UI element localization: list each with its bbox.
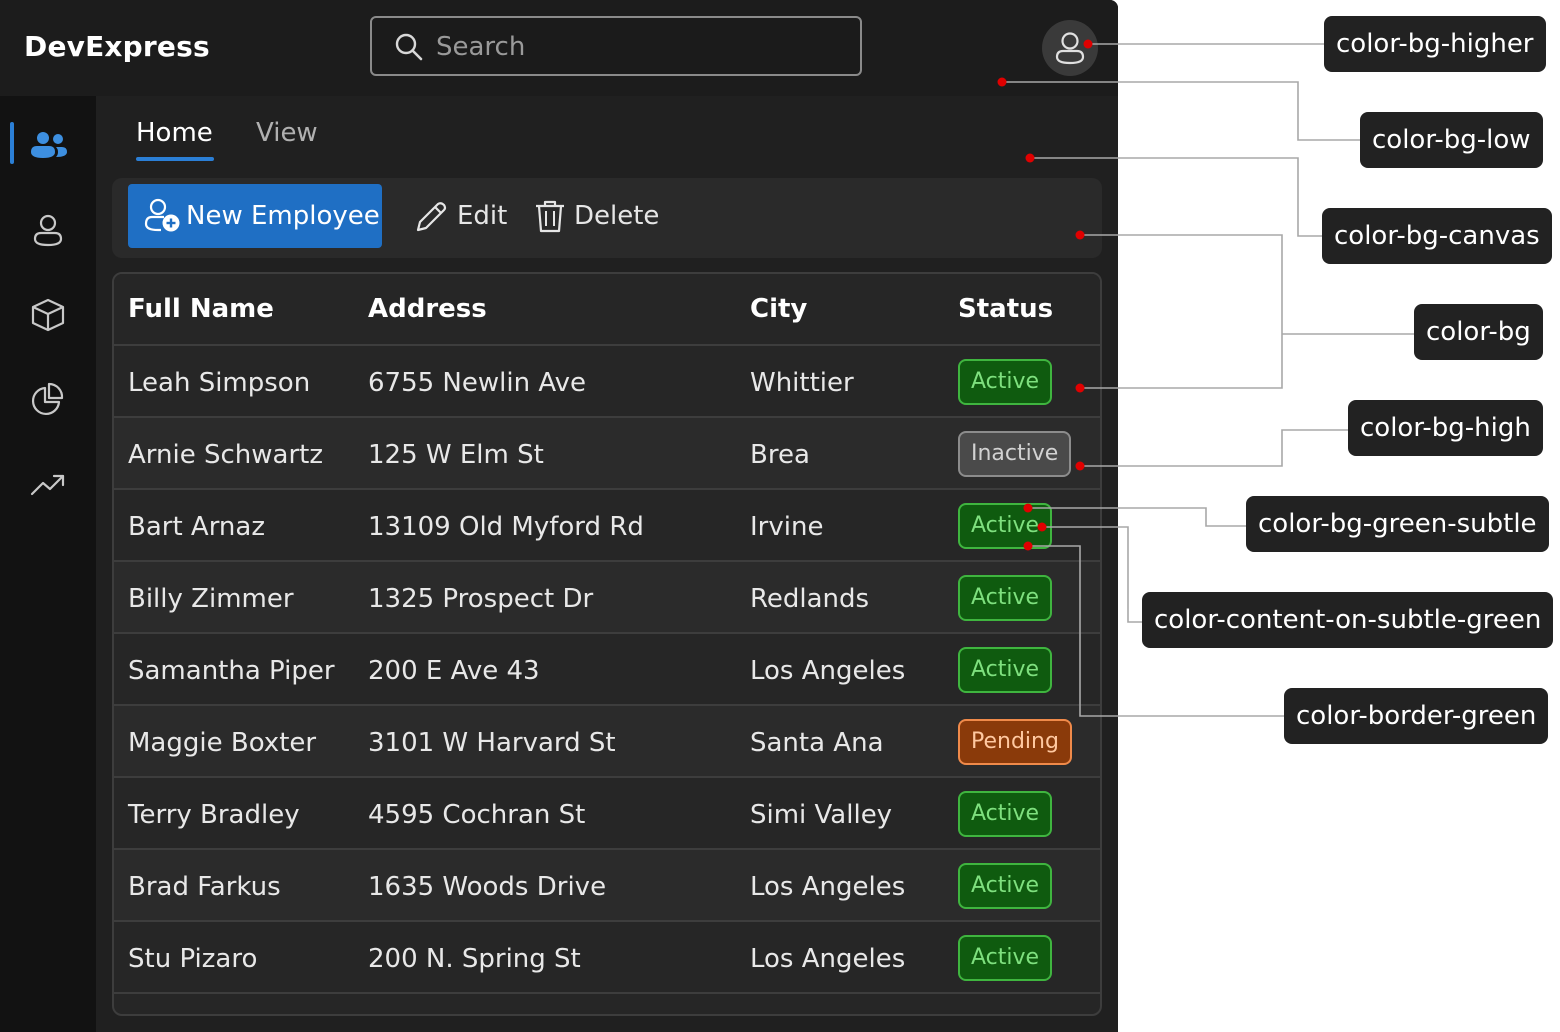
rail-item-products[interactable] [0, 284, 96, 340]
cell-full-name: Terry Bradley [128, 800, 300, 830]
column-header-status[interactable]: Status [958, 294, 1053, 324]
rail-item-employees[interactable] [0, 116, 96, 172]
status-badge: Active [958, 791, 1053, 837]
callout-color-bg-high: color-bg-high [1348, 400, 1543, 456]
cell-city: Santa Ana [750, 728, 884, 758]
status-badge: Active [958, 503, 1053, 549]
cell-full-name: Brad Farkus [128, 872, 281, 902]
app-logo: DevExpress [24, 30, 210, 63]
cell-full-name: Maggie Boxter [128, 728, 317, 758]
status-badge: Active [958, 935, 1053, 981]
leader-line-bg-high [1080, 429, 1348, 467]
person-icon [33, 214, 63, 247]
avatar[interactable] [1042, 20, 1098, 76]
table-row[interactable]: Terry Bradley 4595 Cochran St Simi Valley A… [114, 778, 1100, 850]
pie-chart-icon [32, 382, 64, 415]
cell-address: 1325 Prospect Dr [368, 584, 594, 614]
new-employee-button[interactable]: New Employee [128, 184, 382, 248]
cell-full-name: Leah Simpson [128, 368, 311, 398]
grid-header: Full Name Address City Status [114, 274, 1100, 346]
trash-icon [536, 200, 564, 233]
delete-button[interactable]: Delete [534, 184, 664, 248]
status-badge: Active [958, 575, 1053, 621]
cell-address: 13109 Old Myford Rd [368, 512, 644, 542]
cell-address: 200 E Ave 43 [368, 656, 540, 686]
table-row[interactable]: Bart Arnaz 13109 Old Myford Rd Irvine Activ… [114, 490, 1100, 562]
cell-address: 3101 W Harvard St [368, 728, 616, 758]
cube-icon [31, 298, 65, 332]
people-icon [31, 132, 67, 158]
table-row[interactable]: Leah Simpson 6755 Newlin Ave Whittier Activ… [114, 346, 1100, 418]
table-row[interactable]: Arnie Schwartz 125 W Elm St Brea Inactive [114, 418, 1100, 490]
callout-color-bg-low: color-bg-low [1360, 112, 1543, 168]
cell-city: Irvine [750, 512, 824, 542]
edit-label: Edit [457, 201, 508, 231]
cell-full-name: Arnie Schwartz [128, 440, 323, 470]
cell-full-name: Billy Zimmer [128, 584, 294, 614]
tab-home[interactable]: Home [136, 118, 213, 148]
table-row[interactable]: Brad Farkus 1635 Woods Drive Los Angeles Ac… [114, 850, 1100, 922]
status-badge: Active [958, 647, 1053, 693]
rail-item-profile[interactable] [0, 200, 96, 256]
cell-city: Simi Valley [750, 800, 893, 830]
cell-city: Los Angeles [750, 944, 906, 974]
table-row[interactable]: Billy Zimmer 1325 Prospect Dr Redlands Acti… [114, 562, 1100, 634]
column-header-city[interactable]: City [750, 294, 807, 324]
delete-label: Delete [574, 201, 660, 231]
callout-color-border-green: color-border-green [1284, 688, 1549, 744]
cell-city: Whittier [750, 368, 854, 398]
cell-city: Los Angeles [750, 656, 906, 686]
rail-item-reports[interactable] [0, 368, 96, 424]
cell-address: 6755 Newlin Ave [368, 368, 586, 398]
cell-address: 1635 Woods Drive [368, 872, 607, 902]
status-badge: Inactive [958, 431, 1072, 477]
cell-address: 125 W Elm St [368, 440, 544, 470]
callout-color-bg-green-subtle: color-bg-green-subtle [1246, 496, 1549, 552]
trend-icon [30, 474, 65, 496]
tab-view[interactable]: View [256, 118, 318, 148]
tab-home-underline [136, 157, 214, 161]
search-input[interactable] [434, 26, 838, 68]
search-box[interactable] [370, 16, 862, 76]
rail-item-analytics[interactable] [0, 452, 96, 508]
employee-grid: Full Name Address City Status Leah Simps… [112, 272, 1102, 1016]
cell-full-name: Samantha Piper [128, 656, 335, 686]
callout-color-bg-canvas: color-bg-canvas [1322, 208, 1552, 264]
table-row[interactable]: Samantha Piper 200 E Ave 43 Los Angeles Act… [114, 634, 1100, 706]
search-icon [395, 33, 423, 61]
new-employee-label: New Employee [186, 201, 380, 231]
app-window: DevExpress Search Home View New Employee… [0, 0, 1118, 1032]
person-icon [1055, 32, 1085, 65]
cell-address: 200 N. Spring St [368, 944, 581, 974]
add-person-icon [144, 198, 180, 232]
status-badge: Pending [958, 719, 1072, 765]
pencil-icon [416, 202, 447, 232]
status-badge: Active [958, 359, 1053, 405]
header: DevExpress [0, 0, 1118, 96]
cell-address: 4595 Cochran St [368, 800, 586, 830]
column-header-address[interactable]: Address [368, 294, 487, 324]
status-badge: Active [958, 863, 1053, 909]
edit-button[interactable]: Edit [414, 184, 510, 248]
column-header-full-name[interactable]: Full Name [128, 294, 274, 324]
cell-city: Brea [750, 440, 810, 470]
cell-full-name: Stu Pizaro [128, 944, 258, 974]
callout-color-bg: color-bg [1414, 304, 1543, 360]
callout-color-bg-higher: color-bg-higher [1324, 16, 1546, 72]
table-row[interactable]: Stu Pizaro 200 N. Spring St Los Angeles Act… [114, 922, 1100, 994]
table-row[interactable]: Maggie Boxter 3101 W Harvard St Santa Ana P… [114, 706, 1100, 778]
cell-full-name: Bart Arnaz [128, 512, 265, 542]
callout-color-content-on-subtle-green: color-content-on-subtle-green [1142, 592, 1554, 648]
cell-city: Los Angeles [750, 872, 906, 902]
cell-city: Redlands [750, 584, 870, 614]
